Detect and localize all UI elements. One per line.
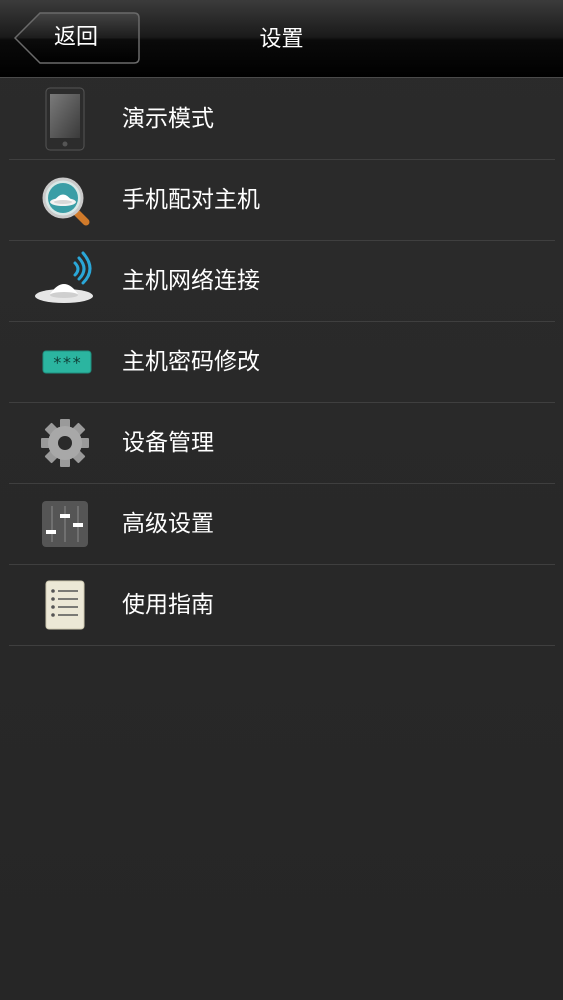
menu-item-label: 主机密码修改 — [122, 349, 260, 375]
menu-item-pair-host[interactable]: 手机配对主机 — [0, 160, 563, 241]
sliders-icon — [30, 492, 100, 556]
menu-item-label: 设备管理 — [122, 430, 214, 456]
svg-text:***: *** — [53, 353, 82, 372]
top-bar: 返回 设置 — [0, 0, 563, 78]
wifi-hub-icon — [30, 249, 100, 313]
gear-icon — [30, 411, 100, 475]
menu-item-host-network[interactable]: 主机网络连接 — [0, 241, 563, 322]
menu-item-host-password[interactable]: *** 主机密码修改 — [0, 322, 563, 403]
back-button[interactable]: 返回 — [14, 12, 140, 64]
phone-icon — [30, 87, 100, 151]
menu-item-user-guide[interactable]: 使用指南 — [0, 565, 563, 646]
page-title: 设置 — [259, 27, 304, 52]
menu-item-label: 使用指南 — [122, 592, 214, 618]
magnifier-icon — [30, 168, 100, 232]
menu-item-label: 演示模式 — [122, 106, 214, 132]
guide-icon — [30, 573, 100, 637]
menu-item-label: 高级设置 — [122, 511, 214, 537]
menu-item-device-management[interactable]: 设备管理 — [0, 403, 563, 484]
back-button-label: 返回 — [54, 25, 99, 50]
password-icon: *** — [30, 330, 100, 394]
settings-menu: 演示模式 手机配对主机 主机网络连接 *** 主机密码修改 设备管理 高级设置 … — [0, 79, 563, 646]
settings-screen: 返回 设置 演示模式 手机配对主机 主机网络连接 *** 主机密码修改 设备管理… — [0, 0, 563, 1000]
menu-item-label: 手机配对主机 — [122, 187, 260, 213]
menu-item-label: 主机网络连接 — [122, 268, 260, 294]
menu-item-advanced-settings[interactable]: 高级设置 — [0, 484, 563, 565]
menu-item-demo-mode[interactable]: 演示模式 — [0, 79, 563, 160]
